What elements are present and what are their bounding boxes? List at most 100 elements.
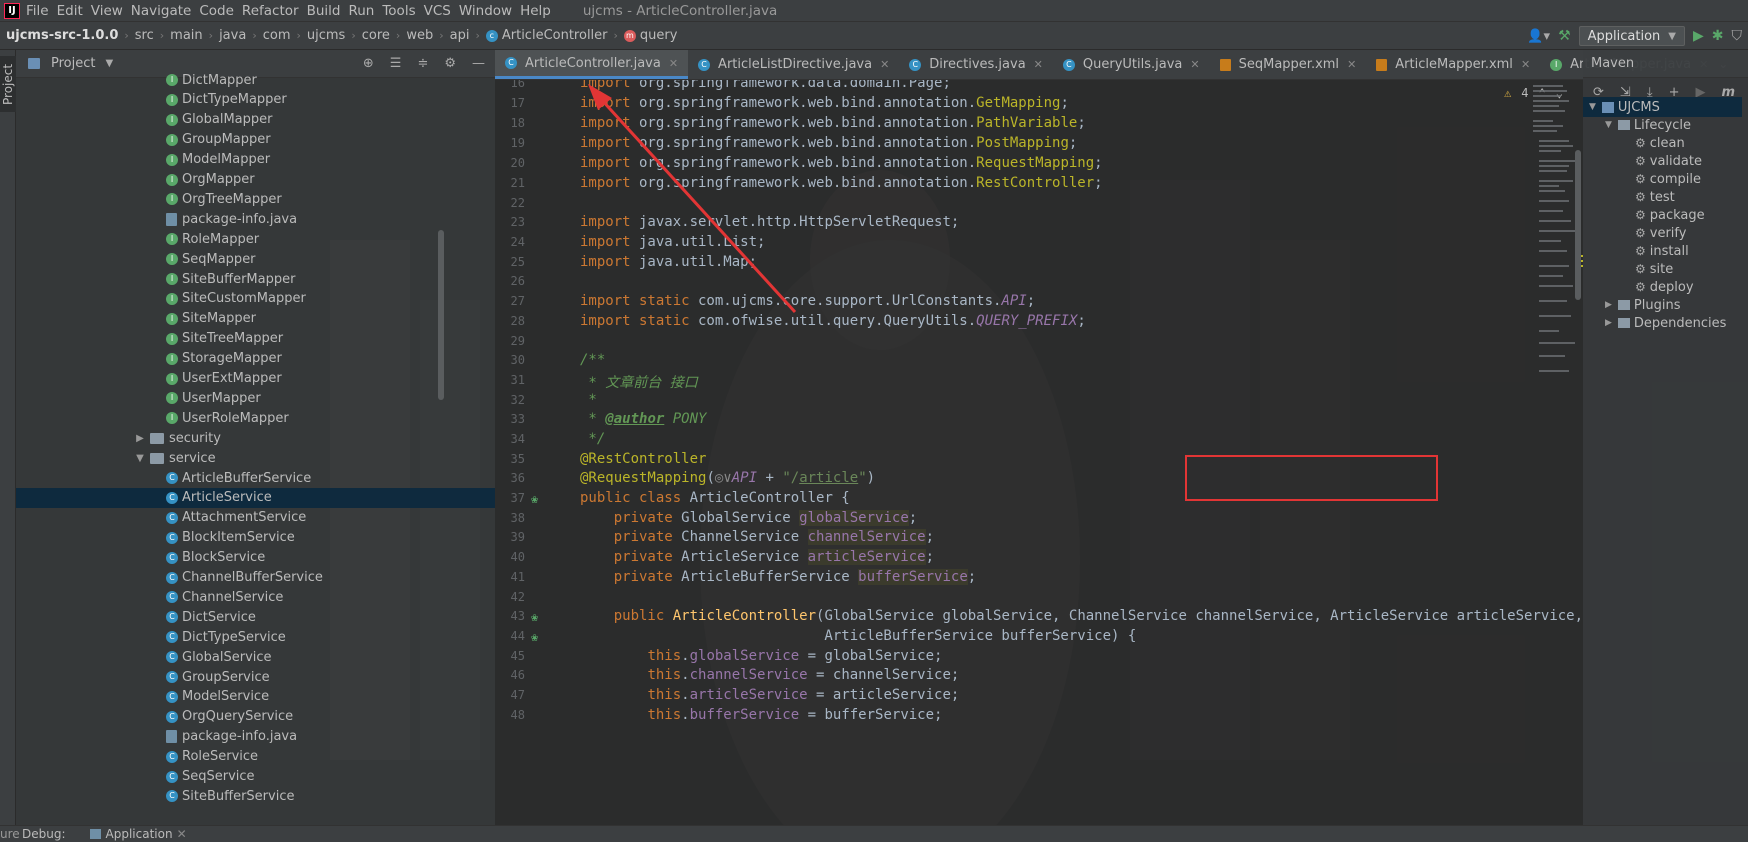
menu-view[interactable]: View <box>91 3 131 19</box>
project-tool-tab[interactable]: Project <box>0 56 16 112</box>
application-debug-tab[interactable]: Application <box>106 827 173 841</box>
tree-item[interactable]: C DictService <box>166 607 256 627</box>
chevron-right-icon[interactable]: ▶ <box>1605 300 1612 310</box>
tree-item[interactable]: package-info.java <box>166 209 297 229</box>
menu-refactor[interactable]: Refactor <box>242 3 307 19</box>
maven-phase[interactable]: ⚙ deploy <box>1635 277 1694 297</box>
tree-item[interactable]: C BlockItemService <box>166 528 295 548</box>
user-icon[interactable]: 👤▾ <box>1527 29 1550 44</box>
tree-item[interactable]: C ChannelService <box>166 587 283 607</box>
tree-item[interactable]: C ArticleBufferService <box>166 468 311 488</box>
spring-bean-icon[interactable]: ❀ <box>531 610 538 624</box>
breadcrumb-core[interactable]: core <box>362 28 390 43</box>
tree-item[interactable]: I ModelMapper <box>166 150 270 170</box>
tree-item[interactable]: C GroupService <box>166 667 270 687</box>
breadcrumb-web[interactable]: web <box>406 28 433 43</box>
tree-item[interactable]: C SiteBufferService <box>166 786 294 806</box>
maven-phase[interactable]: ⚙ install <box>1635 241 1689 261</box>
tree-item[interactable]: C ModelService <box>166 687 269 707</box>
tree-item[interactable]: I SiteTreeMapper <box>166 329 283 349</box>
tree-item[interactable]: I GlobalMapper <box>166 110 273 130</box>
menu-tools[interactable]: Tools <box>382 3 423 19</box>
maven-project[interactable]: ▼ UJCMS <box>1583 97 1742 117</box>
project-panel-title[interactable]: Project <box>51 56 95 71</box>
code-editor[interactable]: 16 17 18 19 20 21 22 23 24 25 26 27 28 29 30 31 32 33 34 35… <box>495 80 1583 825</box>
editor-tab[interactable]: C QueryUtils.java ✕ <box>1053 50 1210 79</box>
editor-tab[interactable]: SeqMapper.xml ✕ <box>1210 50 1367 79</box>
chevron-down-icon[interactable]: ▼ <box>105 58 113 69</box>
build-hammer-icon[interactable]: ⚒ <box>1558 28 1571 44</box>
maven-phase[interactable]: ⚙ verify <box>1635 223 1686 243</box>
tree-item[interactable]: C OrgQueryService <box>166 707 293 727</box>
breadcrumb-ujcms[interactable]: ujcms <box>307 28 345 43</box>
tree-item[interactable]: I UserMapper <box>166 388 261 408</box>
tree-item[interactable]: C AttachmentService <box>166 508 306 528</box>
editor-tab[interactable]: C Directives.java ✕ <box>899 50 1053 79</box>
menu-window[interactable]: Window <box>459 3 520 19</box>
locate-icon[interactable]: ⊕ <box>363 56 374 71</box>
menu-vcs[interactable]: VCS <box>424 3 459 19</box>
spring-bean-icon[interactable]: ❀ <box>531 630 538 644</box>
tree-item[interactable]: I OrgTreeMapper <box>166 189 282 209</box>
close-icon[interactable]: ✕ <box>1347 58 1356 71</box>
close-icon[interactable]: ✕ <box>1190 58 1199 71</box>
maven-lifecycle[interactable]: ▼ Lifecycle <box>1605 115 1691 135</box>
chevron-down-icon[interactable]: ▼ <box>1589 102 1596 112</box>
menu-help[interactable]: Help <box>520 3 559 19</box>
menu-run[interactable]: Run <box>348 3 382 19</box>
tree-item[interactable]: I SiteMapper <box>166 309 256 329</box>
tree-item[interactable]: I UserExtMapper <box>166 369 282 389</box>
tree-item[interactable]: I SiteBufferMapper <box>166 269 295 289</box>
tree-item[interactable]: I OrgMapper <box>166 170 255 190</box>
chevron-right-icon[interactable]: ▶ <box>1605 318 1612 328</box>
error-stripe[interactable] <box>1531 80 1583 825</box>
breadcrumb-api[interactable]: api <box>450 28 470 43</box>
chevron-down-icon[interactable]: ▼ <box>1605 120 1612 130</box>
collapse-all-icon[interactable]: ≑ <box>417 56 428 71</box>
menu-edit[interactable]: Edit <box>57 3 91 19</box>
maven-phase[interactable]: ⚙ clean <box>1635 133 1685 153</box>
tool-tab-vertical[interactable]: ure <box>0 827 20 841</box>
menu-build[interactable]: Build <box>307 3 349 19</box>
maven-panel-header[interactable]: Maven <box>1583 50 1748 78</box>
expand-all-icon[interactable]: ☰ <box>390 56 402 71</box>
breadcrumb-main[interactable]: main <box>170 28 202 43</box>
tree-item[interactable]: I RoleMapper <box>166 229 259 249</box>
debug-bug-icon[interactable]: ✱ <box>1712 28 1724 44</box>
menu-code[interactable]: Code <box>199 3 242 19</box>
maven-phase[interactable]: ⚙ validate <box>1635 151 1702 171</box>
breadcrumb-project[interactable]: ujcms-src-1.0.0 <box>6 28 118 43</box>
menu-file[interactable]: File <box>26 3 57 19</box>
tree-item[interactable]: C DictTypeService <box>166 627 286 647</box>
tree-folder-service[interactable]: ▼ service <box>134 448 215 468</box>
tree-folder-security[interactable]: ▶ security <box>134 428 221 448</box>
close-icon[interactable]: ✕ <box>880 58 889 71</box>
spring-bean-icon[interactable]: ❀ <box>531 492 538 506</box>
maven-plugins[interactable]: ▶ Plugins <box>1605 295 1681 315</box>
tree-item[interactable]: package-info.java <box>166 727 297 747</box>
tree-item[interactable]: I SiteCustomMapper <box>166 289 306 309</box>
breadcrumb-java[interactable]: java <box>219 28 246 43</box>
run-configuration-select[interactable]: Application ▼ <box>1578 26 1685 46</box>
maven-dependencies[interactable]: ▶ Dependencies <box>1605 313 1726 333</box>
tree-item[interactable]: C RoleService <box>166 747 258 767</box>
editor-tab[interactable]: ArticleMapper.xml ✕ <box>1366 50 1540 79</box>
chevron-down-icon[interactable]: ▼ <box>134 453 146 464</box>
close-icon[interactable]: ✕ <box>1521 58 1530 71</box>
maven-phase[interactable]: ⚙ site <box>1635 259 1673 279</box>
tree-item[interactable]: I StorageMapper <box>166 349 282 369</box>
tree-item[interactable]: I UserRoleMapper <box>166 408 289 428</box>
tree-item[interactable]: I SeqMapper <box>166 249 256 269</box>
breadcrumb-src[interactable]: src <box>135 28 154 43</box>
breadcrumb-method[interactable]: query <box>640 28 678 43</box>
tree-item[interactable]: C ArticleService <box>16 487 495 508</box>
close-icon[interactable]: ✕ <box>1034 58 1043 71</box>
menu-navigate[interactable]: Navigate <box>131 3 200 19</box>
project-scrollbar[interactable] <box>438 230 444 400</box>
tree-item[interactable]: C GlobalService <box>166 647 272 667</box>
run-icon[interactable]: ▶ <box>1693 28 1704 44</box>
breadcrumb-com[interactable]: com <box>263 28 291 43</box>
tree-item[interactable]: I DictMapper <box>166 70 257 90</box>
tree-item[interactable]: C SeqService <box>166 767 255 787</box>
breadcrumb-class[interactable]: ArticleController <box>502 28 608 43</box>
